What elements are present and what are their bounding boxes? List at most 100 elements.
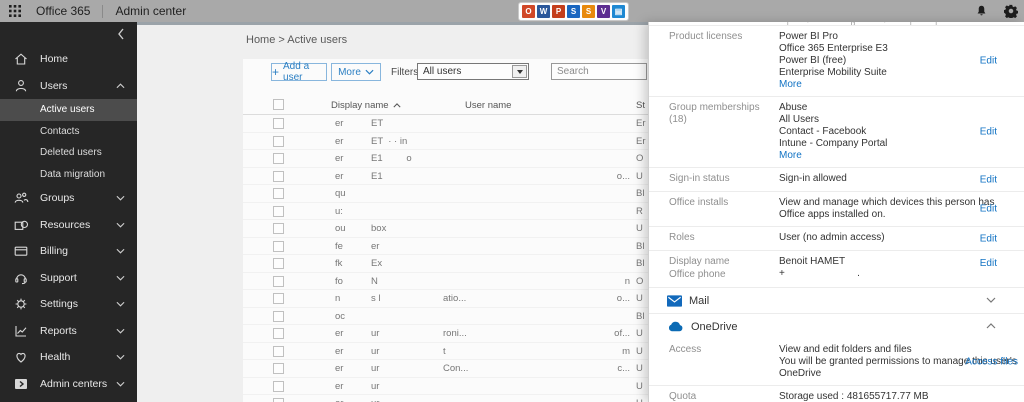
edit-link[interactable]: Edit: [980, 56, 997, 67]
row-checkbox[interactable]: [273, 345, 284, 357]
sidebar-item-home[interactable]: Home: [0, 46, 137, 73]
edit-link[interactable]: Edit: [980, 127, 997, 138]
row-checkbox[interactable]: [273, 135, 284, 147]
table-row[interactable]: ou box U: [243, 220, 648, 238]
powerpoint-icon[interactable]: P: [552, 5, 565, 18]
onedrive-cloud-icon: [668, 321, 683, 332]
field-display-name: Display name Office phone Benoit HAMET + . E…: [649, 250, 1024, 287]
row-checkbox[interactable]: [273, 398, 284, 402]
table-row[interactable]: u: R: [243, 203, 648, 220]
cell-c4: c...: [617, 363, 630, 374]
table-row[interactable]: er ET · · in Er: [243, 133, 648, 150]
onedrive-section-header[interactable]: OneDrive: [649, 313, 1024, 339]
table-row[interactable]: qu Bl: [243, 185, 648, 203]
table-row[interactable]: er ur roni... of... U: [243, 325, 648, 343]
row-checkbox[interactable]: [273, 363, 284, 374]
settings-icon: [15, 298, 27, 310]
edit-link[interactable]: Edit: [980, 204, 997, 215]
table-row[interactable]: er ur Con... c... U: [243, 360, 648, 378]
cell-c1: er: [335, 363, 344, 374]
sway-icon[interactable]: S: [582, 5, 595, 18]
cell-c5: Er: [636, 118, 646, 129]
row-checkbox[interactable]: [273, 275, 284, 287]
row-checkbox[interactable]: [273, 188, 284, 199]
word-icon[interactable]: W: [537, 5, 550, 18]
visio-icon[interactable]: V: [597, 5, 610, 18]
select-arrow-box[interactable]: [512, 65, 527, 78]
sidebar-item-support[interactable]: Support: [0, 265, 137, 292]
notifications-bell-icon[interactable]: [975, 4, 988, 18]
table-row[interactable]: oc Bl: [243, 308, 648, 325]
cell-c5: U: [636, 293, 643, 304]
sidebar-item-reports[interactable]: Reports: [0, 318, 137, 345]
breadcrumb[interactable]: Home > Active users: [246, 34, 347, 46]
row-checkbox[interactable]: [273, 205, 284, 217]
sidebar-item-label: Resources: [40, 218, 91, 231]
product-name: Office 365: [36, 4, 91, 18]
table-row[interactable]: n s l atio... o... U: [243, 290, 648, 308]
filter-select[interactable]: All users: [417, 63, 529, 80]
chevron-up-icon[interactable]: [986, 323, 996, 329]
sidebar-item-billing[interactable]: Billing: [0, 238, 137, 265]
row-checkbox[interactable]: [273, 310, 284, 322]
table-row[interactable]: er E1 o O: [243, 150, 648, 168]
collapse-sidebar-icon[interactable]: [117, 28, 125, 40]
row-checkbox[interactable]: [273, 223, 284, 234]
sidebar-item-resources[interactable]: Resources: [0, 212, 137, 239]
search-input[interactable]: [551, 63, 647, 80]
edit-link[interactable]: Edit: [980, 258, 997, 269]
edit-link[interactable]: Edit: [980, 233, 997, 244]
more-link[interactable]: More: [779, 150, 887, 162]
add-user-button[interactable]: + Add a user: [271, 61, 327, 83]
row-checkbox[interactable]: [273, 328, 284, 339]
microsoft-icon[interactable]: ▤: [612, 5, 625, 18]
more-label: More: [338, 66, 361, 78]
settings-gear-icon[interactable]: [1004, 4, 1018, 18]
sidebar-subitem-active-users[interactable]: Active users: [0, 99, 137, 121]
cell-c1: n: [335, 293, 341, 304]
chevron-down-icon[interactable]: [986, 297, 996, 303]
access-files-link[interactable]: Access files: [965, 357, 1018, 368]
sharepoint-icon[interactable]: S: [567, 5, 580, 18]
topbar-divider: [102, 4, 104, 18]
sidebar-subitem-deleted-users[interactable]: Deleted users: [0, 142, 137, 164]
sidebar-subitem-data-migration[interactable]: Data migration: [0, 164, 137, 186]
cell-c2: E1 o: [371, 153, 412, 164]
chevron-down-icon: [116, 222, 125, 228]
row-checkbox[interactable]: [273, 293, 284, 304]
cell-c2: er: [371, 240, 380, 252]
row-checkbox[interactable]: [273, 240, 284, 252]
table-row[interactable]: fk Ex Bl: [243, 255, 648, 273]
row-checkbox[interactable]: [273, 380, 284, 392]
sidebar-subitem-contacts[interactable]: Contacts: [0, 121, 137, 143]
office-icon[interactable]: O: [522, 5, 535, 18]
row-checkbox[interactable]: [273, 118, 284, 129]
row-checkbox[interactable]: [273, 170, 284, 182]
table-row[interactable]: fe er Bl: [243, 238, 648, 255]
select-all-checkbox[interactable]: [273, 99, 284, 110]
sidebar-item-groups[interactable]: Groups: [0, 185, 137, 212]
table-row[interactable]: er ur U: [243, 378, 648, 395]
table-row[interactable]: fo Nn O: [243, 273, 648, 290]
cell-c2: ET · · in: [371, 135, 408, 147]
column-display-name[interactable]: Display name: [331, 100, 401, 111]
table-row[interactable]: er E1 o... U: [243, 168, 648, 185]
table-row[interactable]: er ET Er: [243, 115, 648, 133]
more-link[interactable]: More: [779, 79, 888, 91]
row-checkbox[interactable]: [273, 258, 284, 269]
more-button[interactable]: More: [331, 63, 381, 81]
sidebar-item-admin-centers[interactable]: Admin centers: [0, 371, 137, 398]
sidebar-item-health[interactable]: Health: [0, 344, 137, 371]
chevron-down-icon: [365, 69, 374, 75]
field-label: Display name Office phone: [669, 256, 730, 280]
onedrive-quota-field: Quota Storage used : 481655717.77 MBStor…: [649, 385, 1024, 402]
row-checkbox[interactable]: [273, 153, 284, 164]
mail-section-header[interactable]: Mail: [649, 287, 1024, 313]
table-row[interactable]: er ur. ... .... ...... U: [243, 395, 648, 402]
table-row[interactable]: er ur t m U: [243, 343, 648, 360]
app-launcher-icon[interactable]: [8, 4, 22, 18]
edit-link[interactable]: Edit: [980, 174, 997, 185]
filter-selected-value: All users: [423, 66, 462, 77]
sidebar-item-settings[interactable]: Settings: [0, 291, 137, 318]
sidebar-item-users[interactable]: Users: [0, 73, 137, 100]
